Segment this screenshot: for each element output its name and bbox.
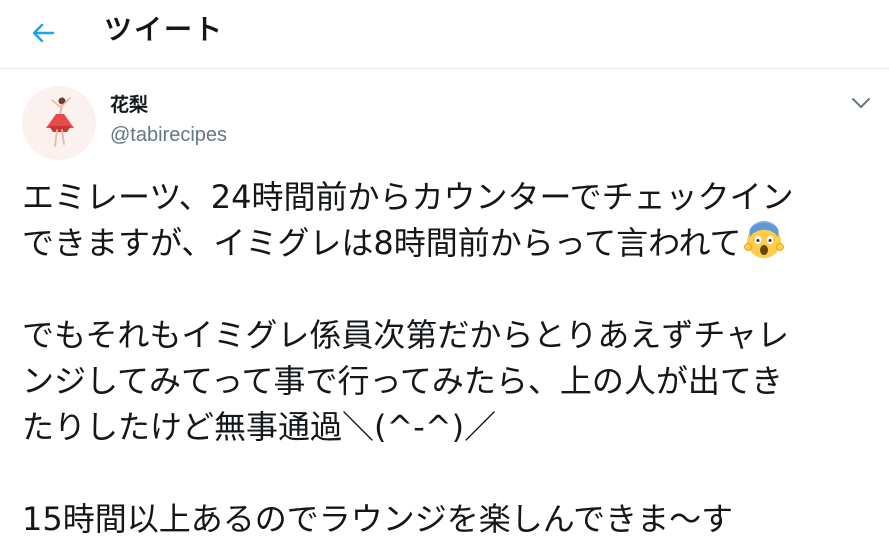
chevron-down-icon	[852, 98, 870, 108]
back-button[interactable]	[26, 16, 60, 50]
tweet-line: エミレーツ、24時間前からカウンターでチェックイン	[22, 178, 794, 216]
tweet-line-text: できますが、イミグレは8時間前からって言われて	[22, 224, 742, 262]
tweet-line: たりしたけど無事通過＼(^-^)／	[22, 408, 497, 446]
arrow-left-icon	[32, 23, 55, 43]
page-title: ツイート	[104, 13, 225, 46]
tweet-line: でもそれもイミグレ係員次第だからとりあえずチャレ	[22, 316, 790, 354]
user-handle[interactable]: @tabirecipes	[110, 122, 227, 148]
tweet-header: ツイート	[0, 0, 889, 69]
ballerina-avatar	[22, 86, 96, 160]
tweet-line: ンジしてみてって事で行ってみたら、上の人が出てき	[22, 362, 783, 400]
avatar[interactable]	[22, 86, 96, 160]
tweet-menu-button[interactable]	[848, 91, 874, 115]
tweet-line: できますが、イミグレは8時間前からって言われて	[22, 220, 882, 266]
tweet-text: エミレーツ、24時間前からカウンターでチェックイン できますが、イミグレは8時間…	[22, 174, 882, 542]
face-screaming-in-fear-icon	[743, 221, 784, 258]
display-name[interactable]: 花梨	[110, 94, 148, 116]
tweet-line: 15時間以上あるのでラウンジを楽しんできま〜す	[22, 500, 734, 538]
